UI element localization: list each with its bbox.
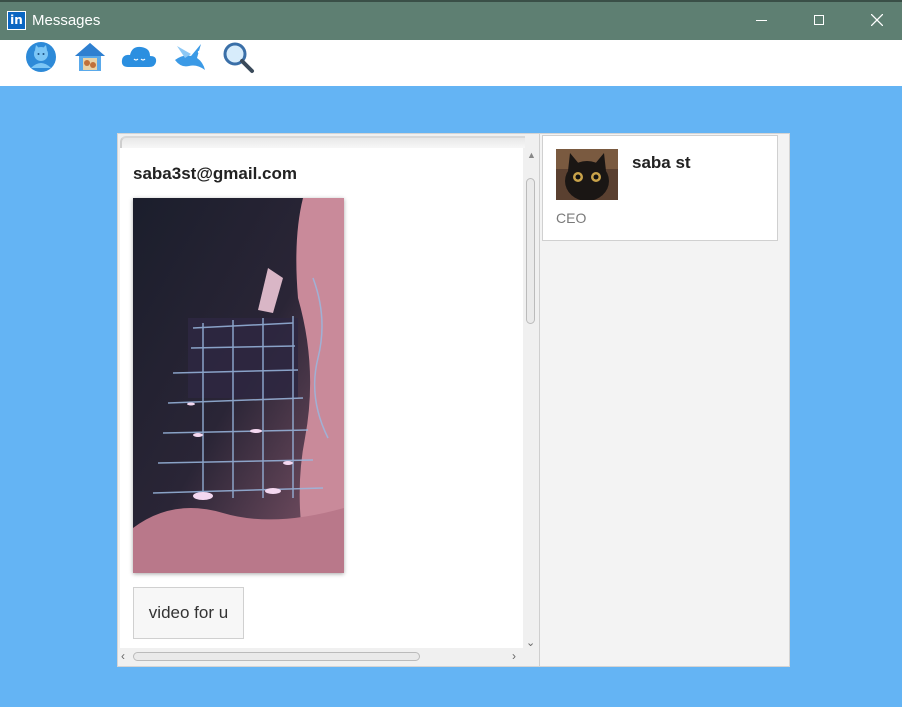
search-button[interactable] [219,40,257,74]
horizontal-scrollbar[interactable]: ‹ › [120,648,523,664]
home-icon [75,43,105,71]
message-sender: saba3st@gmail.com [133,164,297,183]
chat-content: saba3st@gmail.com video for u [120,148,523,648]
minimize-icon [755,19,767,21]
contact-role: CEO [556,210,587,226]
window-title: Messages [32,12,101,29]
video-thumbnail[interactable] [133,198,344,573]
scroll-up-arrow-icon[interactable]: ▲ [527,150,536,160]
messages-panel: saba3st@gmail.com video for u ▲ ⌄ ‹ › sa… [117,133,790,667]
vertical-scroll-thumb[interactable] [526,178,535,324]
close-icon [871,14,883,26]
message-bubble: video for u [133,587,244,639]
app-icon: in [7,11,26,30]
scroll-left-arrow-icon[interactable]: ‹ [121,649,125,663]
scroll-down-arrow-icon[interactable]: ⌄ [526,636,535,649]
horizontal-scroll-thumb[interactable] [133,652,420,661]
maximize-button[interactable] [790,0,848,40]
vertical-scrollbar[interactable]: ▲ ⌄ [523,148,539,649]
home-button[interactable] [71,40,109,74]
search-icon [223,42,254,73]
profile-button[interactable] [22,40,60,74]
toolbar [0,40,902,86]
scroll-right-arrow-icon[interactable]: › [512,649,516,663]
bird-icon [175,44,205,70]
maximize-icon [814,15,824,25]
cloud-button[interactable] [120,40,158,74]
avatar [556,149,618,200]
minimize-button[interactable] [732,0,790,40]
close-button[interactable] [848,0,902,40]
cloud-icon [121,46,157,67]
profile-icon [26,42,56,72]
chat-scroll-pane[interactable]: saba3st@gmail.com video for u ▲ ⌄ ‹ › [118,134,540,666]
bird-button[interactable] [170,40,208,74]
contact-card[interactable]: saba st CEO [542,135,778,241]
contact-name: saba st [632,153,691,172]
title-bar: in Messages [0,0,902,40]
